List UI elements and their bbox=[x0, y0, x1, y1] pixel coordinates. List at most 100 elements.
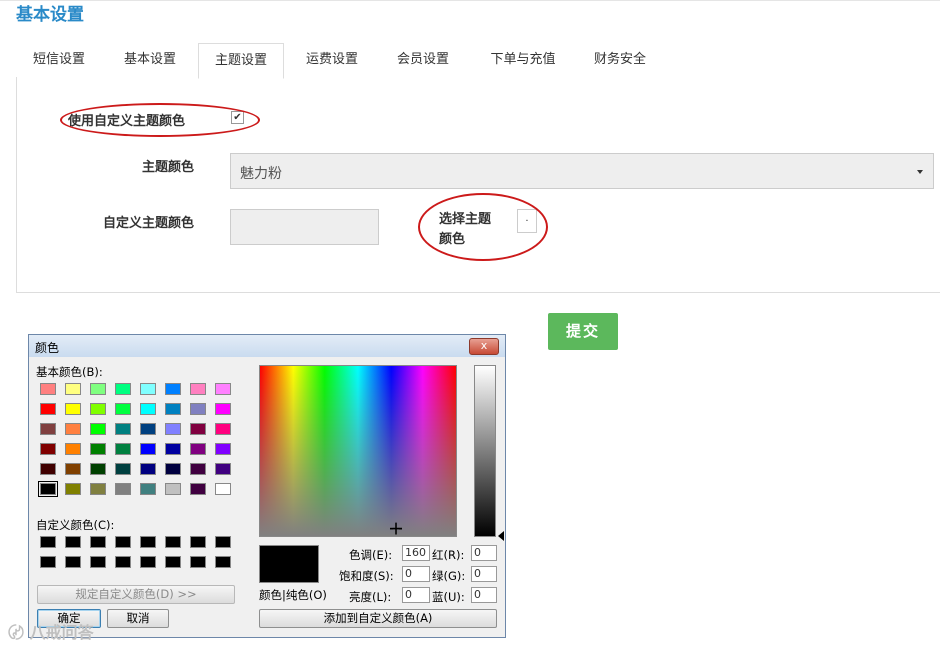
custom-color-swatch[interactable] bbox=[90, 556, 106, 568]
basic-color-swatch[interactable] bbox=[65, 423, 81, 435]
red-label: 红(R): bbox=[432, 548, 465, 562]
use-custom-theme-label: 使用自定义主题颜色 bbox=[68, 114, 186, 129]
blue-input[interactable]: 0 bbox=[471, 587, 497, 603]
pick-color-button[interactable]: . bbox=[517, 209, 537, 233]
custom-color-swatch[interactable] bbox=[65, 536, 81, 548]
basic-color-swatch[interactable] bbox=[65, 463, 81, 475]
custom-theme-color-input[interactable] bbox=[230, 209, 379, 245]
basic-color-swatch[interactable] bbox=[165, 483, 181, 495]
basic-color-swatch[interactable] bbox=[190, 383, 206, 395]
basic-color-swatch[interactable] bbox=[165, 383, 181, 395]
custom-color-swatch[interactable] bbox=[115, 556, 131, 568]
basic-color-swatch[interactable] bbox=[40, 383, 56, 395]
theme-color-select[interactable]: 魅力粉 bbox=[230, 153, 934, 189]
tab-sms[interactable]: 短信设置 bbox=[16, 43, 102, 77]
basic-color-swatch[interactable] bbox=[65, 383, 81, 395]
blue-label: 蓝(U): bbox=[432, 590, 465, 604]
basic-color-swatch[interactable] bbox=[65, 483, 81, 495]
basic-color-swatch[interactable] bbox=[140, 443, 156, 455]
basic-color-swatch[interactable] bbox=[115, 423, 131, 435]
custom-color-swatch[interactable] bbox=[65, 556, 81, 568]
luminance-slider[interactable] bbox=[474, 365, 496, 537]
basic-color-swatch[interactable] bbox=[165, 423, 181, 435]
basic-color-swatch[interactable] bbox=[140, 403, 156, 415]
green-input[interactable]: 0 bbox=[471, 566, 497, 582]
basic-color-swatch[interactable] bbox=[215, 463, 231, 475]
custom-color-swatch[interactable] bbox=[190, 536, 206, 548]
basic-color-swatch[interactable] bbox=[40, 403, 56, 415]
basic-color-swatch[interactable] bbox=[40, 423, 56, 435]
tab-finance-security[interactable]: 财务安全 bbox=[578, 43, 662, 77]
tab-member[interactable]: 会员设置 bbox=[380, 43, 466, 77]
basic-color-swatch[interactable] bbox=[215, 443, 231, 455]
basic-color-swatch[interactable] bbox=[165, 463, 181, 475]
basic-color-swatch[interactable] bbox=[140, 463, 156, 475]
basic-color-swatch[interactable] bbox=[140, 423, 156, 435]
color-spectrum[interactable] bbox=[259, 365, 457, 537]
page-title: 基本设置 bbox=[16, 5, 84, 25]
tab-theme[interactable]: 主题设置 bbox=[198, 43, 284, 79]
basic-color-swatch[interactable] bbox=[90, 463, 106, 475]
slider-arrow-icon[interactable] bbox=[498, 531, 504, 541]
custom-color-swatch[interactable] bbox=[165, 556, 181, 568]
custom-color-swatch[interactable] bbox=[165, 536, 181, 548]
basic-color-swatch[interactable] bbox=[90, 423, 106, 435]
saturation-input[interactable]: 0 bbox=[402, 566, 430, 582]
basic-color-swatch[interactable] bbox=[215, 383, 231, 395]
basic-color-swatch[interactable] bbox=[65, 443, 81, 455]
basic-color-swatch[interactable] bbox=[215, 423, 231, 435]
close-icon[interactable]: x bbox=[469, 338, 499, 355]
theme-color-label: 主题颜色 bbox=[141, 160, 194, 175]
add-to-custom-colors-button[interactable]: 添加到自定义颜色(A) bbox=[259, 609, 497, 628]
basic-color-swatch[interactable] bbox=[115, 483, 131, 495]
red-input[interactable]: 0 bbox=[471, 545, 497, 561]
custom-color-swatch[interactable] bbox=[215, 556, 231, 568]
basic-color-swatch[interactable] bbox=[190, 463, 206, 475]
luminance-input[interactable]: 0 bbox=[402, 587, 430, 603]
custom-color-swatch[interactable] bbox=[140, 556, 156, 568]
basic-color-swatch[interactable] bbox=[215, 403, 231, 415]
basic-color-swatch[interactable] bbox=[140, 383, 156, 395]
dialog-titlebar[interactable]: 颜色 x bbox=[29, 335, 505, 357]
use-custom-theme-checkbox[interactable]: ✔ bbox=[231, 111, 244, 124]
basic-color-swatch[interactable] bbox=[190, 483, 206, 495]
custom-color-swatch[interactable] bbox=[215, 536, 231, 548]
tab-basic[interactable]: 基本设置 bbox=[107, 43, 193, 77]
green-label: 绿(G): bbox=[432, 569, 466, 583]
basic-color-swatch[interactable] bbox=[90, 403, 106, 415]
hue-label: 色调(E): bbox=[349, 548, 393, 562]
basic-color-swatch[interactable] bbox=[65, 403, 81, 415]
pick-theme-color-label: 选择主题颜色 bbox=[439, 212, 492, 247]
basic-color-swatch[interactable] bbox=[190, 443, 206, 455]
basic-color-swatch[interactable] bbox=[190, 403, 206, 415]
basic-color-swatch[interactable] bbox=[90, 443, 106, 455]
hue-input[interactable]: 160 bbox=[402, 545, 430, 561]
custom-color-swatch[interactable] bbox=[40, 536, 56, 548]
cancel-button[interactable]: 取消 bbox=[107, 609, 169, 628]
basic-color-swatch[interactable] bbox=[38, 481, 58, 497]
custom-color-swatch[interactable] bbox=[90, 536, 106, 548]
custom-color-swatch[interactable] bbox=[140, 536, 156, 548]
watermark-logo: 〄 八戒问答 bbox=[8, 623, 94, 642]
basic-color-swatch[interactable] bbox=[115, 463, 131, 475]
tab-shipping[interactable]: 运费设置 bbox=[289, 43, 375, 77]
custom-color-swatch[interactable] bbox=[40, 556, 56, 568]
basic-color-swatch[interactable] bbox=[115, 443, 131, 455]
define-custom-colors-button[interactable]: 规定自定义颜色(D) >> bbox=[37, 585, 235, 604]
basic-color-swatch[interactable] bbox=[190, 423, 206, 435]
custom-color-swatch[interactable] bbox=[115, 536, 131, 548]
basic-color-swatch[interactable] bbox=[115, 383, 131, 395]
basic-color-swatch[interactable] bbox=[215, 483, 231, 495]
basic-color-swatch[interactable] bbox=[165, 443, 181, 455]
basic-color-swatch[interactable] bbox=[140, 483, 156, 495]
basic-color-swatch[interactable] bbox=[165, 403, 181, 415]
top-divider bbox=[0, 0, 940, 1]
custom-color-swatch[interactable] bbox=[190, 556, 206, 568]
basic-color-swatch[interactable] bbox=[40, 443, 56, 455]
basic-color-swatch[interactable] bbox=[90, 383, 106, 395]
tab-order-recharge[interactable]: 下单与充值 bbox=[475, 43, 571, 77]
basic-color-swatch[interactable] bbox=[90, 483, 106, 495]
submit-button[interactable]: 提交 bbox=[548, 313, 618, 350]
basic-color-swatch[interactable] bbox=[115, 403, 131, 415]
basic-color-swatch[interactable] bbox=[40, 463, 56, 475]
